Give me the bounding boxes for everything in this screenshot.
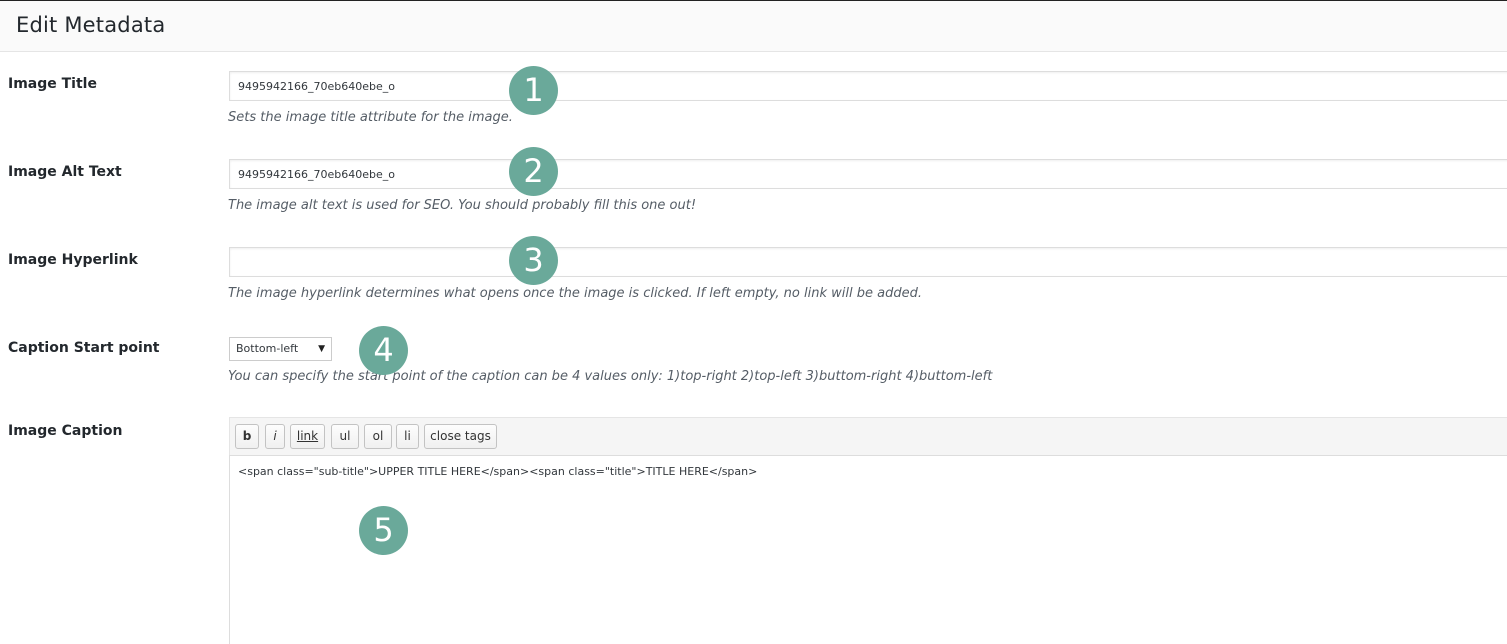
image-title-label: Image Title [8,76,97,92]
page-title: Edit Metadata [16,13,166,37]
callout-badge-2: 2 [509,147,558,196]
image-hyperlink-description: The image hyperlink determines what open… [228,286,922,301]
callout-badge-4: 4 [359,326,408,375]
caption-quicktags-toolbar: b i link ul ol li close tags [229,417,1507,455]
italic-button[interactable]: i [265,424,285,449]
caption-start-label: Caption Start point [8,340,160,356]
chevron-down-icon: ▼ [318,344,325,354]
edit-metadata-panel: Edit Metadata Image Title Sets the image… [0,0,1507,644]
unordered-list-button[interactable]: ul [331,424,359,449]
image-caption-label: Image Caption [8,423,123,439]
ordered-list-button[interactable]: ol [364,424,392,449]
image-title-description: Sets the image title attribute for the i… [228,110,513,125]
caption-start-select[interactable]: Bottom-left ▼ [229,337,332,361]
close-tags-button[interactable]: close tags [424,424,497,449]
list-item-button[interactable]: li [396,424,419,449]
callout-badge-3: 3 [509,236,558,285]
caption-textarea[interactable]: <span class="sub-title">UPPER TITLE HERE… [229,455,1507,644]
bold-button[interactable]: b [235,424,259,449]
image-hyperlink-input[interactable] [229,247,1507,277]
caption-start-selected-value: Bottom-left [236,342,299,355]
caption-start-description: You can specify the start point of the c… [228,369,993,384]
image-alt-description: The image alt text is used for SEO. You … [228,198,697,213]
callout-badge-1: 1 [509,66,558,115]
image-alt-input[interactable] [229,159,1507,189]
header-bar: Edit Metadata [0,1,1507,52]
image-title-input[interactable] [229,71,1507,101]
callout-badge-5: 5 [359,506,408,555]
link-button[interactable]: link [290,424,325,449]
image-alt-label: Image Alt Text [8,164,122,180]
image-hyperlink-label: Image Hyperlink [8,252,138,268]
